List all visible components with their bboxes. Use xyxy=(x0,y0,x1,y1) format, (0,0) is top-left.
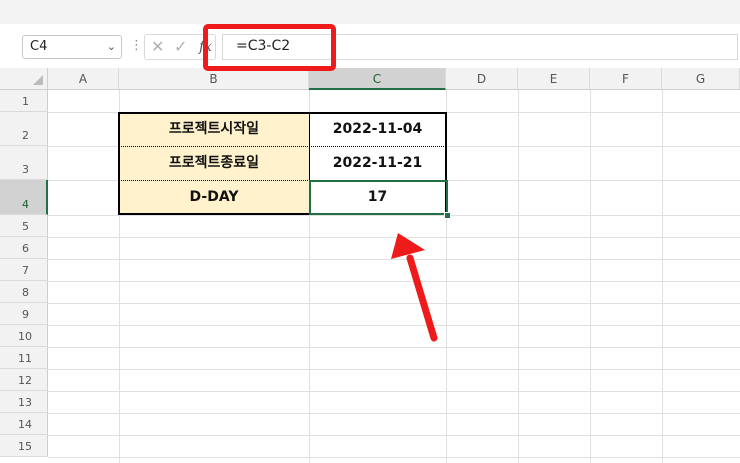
arrow-annotation-icon xyxy=(391,233,438,342)
